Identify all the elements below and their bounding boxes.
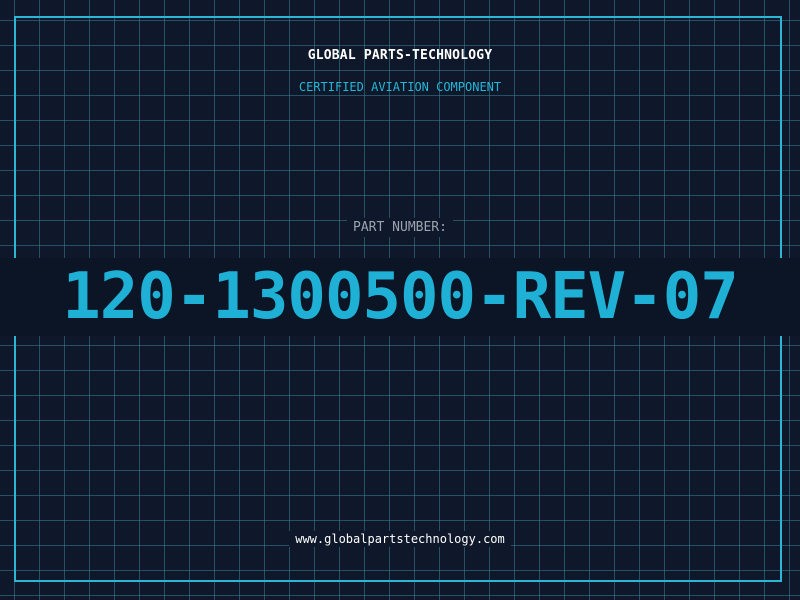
company-name: GLOBAL PARTS-TECHNOLOGY — [307, 48, 493, 63]
website-url: www.globalpartstechnology.com — [289, 531, 511, 547]
part-label-card: GLOBAL PARTS-TECHNOLOGY CERTIFIED AVIATI… — [0, 0, 800, 600]
part-number-value: 120-1300500-REV-07 — [62, 260, 739, 334]
certification-subtitle: CERTIFIED AVIATION COMPONENT — [298, 80, 502, 94]
part-number-label: PART NUMBER: — [347, 218, 453, 237]
